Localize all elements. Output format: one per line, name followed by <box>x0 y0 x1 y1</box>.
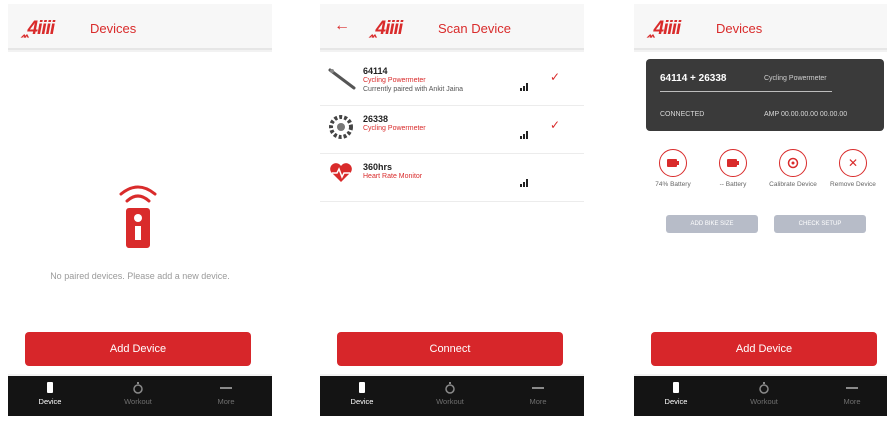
signal-strength-icon <box>520 78 528 96</box>
tab-workout[interactable]: Workout <box>108 382 168 406</box>
crank-arm-icon <box>328 66 356 97</box>
battery-action[interactable]: -- Battery <box>708 149 758 189</box>
device-status: Currently paired with Ankit Jaina <box>363 86 463 93</box>
heart-monitor-icon <box>328 162 354 189</box>
tab-device[interactable]: Device <box>20 382 80 406</box>
phone-device-icon <box>673 382 679 393</box>
tab-more[interactable]: More <box>822 382 882 406</box>
battery-icon <box>719 149 747 177</box>
battery-icon <box>659 149 687 177</box>
phone-device-icon <box>359 382 365 393</box>
device-list: 64114 Cycling Powermeter Currently paire… <box>320 52 584 374</box>
device-row[interactable]: 64114 Cycling Powermeter Currently paire… <box>320 58 584 106</box>
tab-label: Device <box>38 397 62 406</box>
back-arrow-icon[interactable]: ← <box>334 17 350 35</box>
page-title: Scan Device <box>438 21 511 36</box>
app-header: ‸‸4iiii Devices <box>634 4 887 50</box>
device-detail-screen: ‸‸4iiii Devices 64114 + 26338 Cycling Po… <box>634 4 887 416</box>
check-setup-button[interactable]: CHECK SETUP <box>774 215 866 233</box>
more-dots-icon <box>532 387 544 389</box>
device-card[interactable]: 64114 + 26338 Cycling Powermeter CONNECT… <box>646 59 884 131</box>
tab-label: Workout <box>436 397 464 406</box>
device-row[interactable]: 360hrs Heart Rate Monitor <box>320 154 584 202</box>
empty-state-message: No paired devices. Please add a new devi… <box>50 271 230 281</box>
selected-check-icon[interactable]: ✓ <box>550 70 560 84</box>
selected-check-icon[interactable]: ✓ <box>550 118 560 132</box>
device-name: 26338 <box>363 114 389 124</box>
device-type: Cycling Powermeter <box>764 75 827 82</box>
device-row[interactable]: 26338 Cycling Powermeter ✓ <box>320 106 584 154</box>
stopwatch-icon <box>759 382 769 394</box>
tab-workout[interactable]: Workout <box>734 382 794 406</box>
stopwatch-icon <box>445 382 455 394</box>
wireless-device-icon <box>115 178 161 255</box>
phone-device-icon <box>47 382 53 393</box>
device-name: 64114 <box>363 66 388 76</box>
tab-label: Workout <box>124 397 152 406</box>
main-content: No paired devices. Please add a new devi… <box>8 52 272 374</box>
add-bike-size-button[interactable]: ADD BIKE SIZE <box>666 215 758 233</box>
brand-logo: ‸‸4iiii <box>22 18 55 39</box>
tab-device[interactable]: Device <box>332 382 392 406</box>
calibrate-action[interactable]: Calibrate Device <box>768 149 818 189</box>
devices-empty-screen: ‸‸4iiii Devices No paired devices. Pleas… <box>8 4 272 416</box>
page-title: Devices <box>90 21 137 36</box>
firmware-version: AMP 00.00.00.00 00.00.00 <box>764 111 848 118</box>
tab-label: Workout <box>750 397 778 406</box>
signal-strength-icon <box>520 126 528 144</box>
page-title: Devices <box>716 21 763 36</box>
tab-label: More <box>529 397 547 406</box>
brand-logo: ‸‸4iiii <box>370 18 403 39</box>
tab-device[interactable]: Device <box>646 382 706 406</box>
tab-label: More <box>217 397 235 406</box>
tab-workout[interactable]: Workout <box>420 382 480 406</box>
calibrate-icon <box>779 149 807 177</box>
bottom-tab-bar: Device Workout More <box>634 376 887 416</box>
bottom-tab-bar: Device Workout More <box>320 376 584 416</box>
action-label: 74% Battery <box>655 181 691 188</box>
device-type: Heart Rate Monitor <box>363 173 423 180</box>
divider <box>660 91 832 92</box>
battery-action[interactable]: 74% Battery <box>648 149 698 189</box>
app-header: ‸‸4iiii Devices <box>8 4 272 50</box>
remove-icon: ✕ <box>839 149 867 177</box>
device-type: Cycling Powermeter <box>363 125 426 132</box>
tab-more[interactable]: More <box>508 382 568 406</box>
gear-icon <box>328 114 354 145</box>
app-header: ← ‸‸4iiii Scan Device <box>320 4 584 50</box>
tab-label: More <box>843 397 861 406</box>
add-device-button[interactable]: Add Device <box>25 332 251 366</box>
remove-action[interactable]: ✕ Remove Device <box>828 149 878 189</box>
tab-label: Device <box>664 397 688 406</box>
more-dots-icon <box>220 387 232 389</box>
tab-more[interactable]: More <box>196 382 256 406</box>
action-label: -- Battery <box>719 181 747 188</box>
more-dots-icon <box>846 387 858 389</box>
stopwatch-icon <box>133 382 143 394</box>
device-type: Cycling Powermeter <box>363 77 426 84</box>
bottom-tab-bar: Device Workout More <box>8 376 272 416</box>
connection-status: CONNECTED <box>660 111 705 118</box>
tab-label: Device <box>350 397 374 406</box>
scan-device-screen: ← ‸‸4iiii Scan Device 64114 Cycling Powe… <box>320 4 584 416</box>
action-label: Remove Device <box>830 181 876 188</box>
device-name: 360hrs <box>363 162 393 172</box>
signal-strength-icon <box>520 174 528 192</box>
connect-button[interactable]: Connect <box>337 332 563 366</box>
action-label: Calibrate Device <box>769 181 817 188</box>
brand-logo: ‸‸4iiii <box>648 18 681 39</box>
add-device-button[interactable]: Add Device <box>651 332 877 366</box>
device-pair-title: 64114 + 26338 <box>660 73 727 84</box>
